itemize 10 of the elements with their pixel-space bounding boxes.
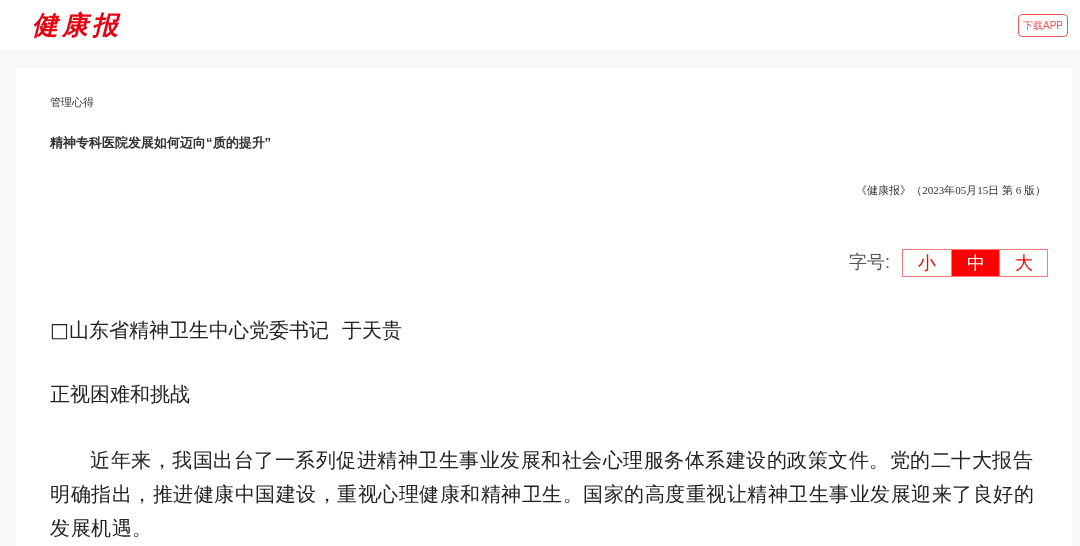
section-heading: 正视困难和挑战 <box>50 380 191 408</box>
article-title: 精神专科医院发展如何迈向“质的提升” <box>50 133 272 152</box>
font-size-option[interactable]: 中 <box>951 249 999 276</box>
download-app-button[interactable]: 下载APP <box>1018 13 1068 37</box>
column-label: 管理心得 <box>50 95 95 110</box>
logo: 健康报 <box>32 8 122 42</box>
font-size-label: 字号: <box>849 251 890 274</box>
source-text: 《健康报》（2023年05月15日 第 6 版） <box>856 183 1046 198</box>
byline: □山东省精神卫生中心党委书记 于天贵 <box>50 316 403 344</box>
paragraph: 近年来，我国出台了一系列促进精神卫生事业发展和社会心理服务体系建设的政策文件。党的二十大报告明确指出，推进健康中国建设，重视心理健康和精神卫生。国家的高度重视让精神卫生事业发展迎来了良好的发展机遇。 <box>50 446 1035 542</box>
